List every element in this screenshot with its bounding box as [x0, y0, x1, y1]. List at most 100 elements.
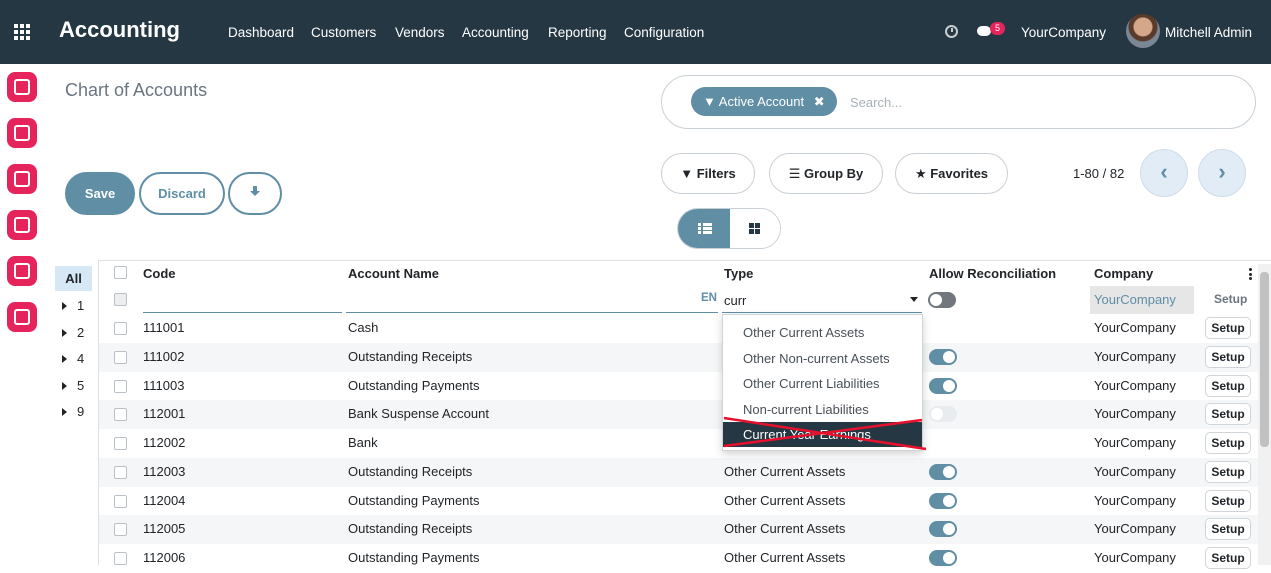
row-checkbox[interactable] — [114, 466, 127, 479]
scrollbar-thumb[interactable] — [1260, 272, 1269, 447]
list-view-button[interactable] — [678, 209, 730, 248]
user-menu[interactable]: Mitchell Admin — [1165, 25, 1252, 40]
cell-code: 111003 — [143, 378, 185, 393]
type-autocomplete-dropdown: Other Current Assets Other Non-current A… — [722, 314, 923, 451]
group-all[interactable]: All — [55, 266, 92, 291]
cell-code: 111001 — [143, 320, 185, 335]
menu-customers[interactable]: Customers — [311, 25, 376, 40]
dropdown-option[interactable]: Other Current Liabilities — [723, 371, 922, 396]
dropdown-option[interactable]: Other Current Assets — [723, 320, 922, 345]
dropdown-option[interactable]: Other Non-current Assets — [723, 346, 922, 371]
setup-button[interactable]: Setup — [1205, 317, 1251, 339]
table-row[interactable]: 111002 Outstanding Receipts YourCompany Set… — [99, 343, 1259, 372]
group-item-2[interactable]: 2 — [62, 325, 84, 340]
menu-configuration[interactable]: Configuration — [624, 25, 704, 40]
table-row[interactable]: 112006 Outstanding Payments Other Current … — [99, 544, 1259, 573]
row-checkbox[interactable] — [114, 408, 127, 421]
select-all-checkbox[interactable] — [114, 266, 127, 279]
activity-clock-icon[interactable] — [945, 25, 958, 38]
reconcile-toggle[interactable] — [929, 521, 957, 537]
view-switcher — [677, 208, 781, 249]
row-checkbox[interactable] — [114, 523, 127, 536]
app-title[interactable]: Accounting — [59, 17, 180, 43]
calendar-app-icon[interactable] — [7, 118, 37, 148]
cell-account-name: Bank — [348, 435, 378, 450]
row-checkbox[interactable] — [114, 495, 127, 508]
setup-button[interactable]: Setup — [1205, 375, 1251, 397]
column-header-type[interactable]: Type — [724, 266, 753, 281]
menu-dashboard[interactable]: Dashboard — [228, 25, 294, 40]
kanban-view-button[interactable] — [730, 209, 780, 248]
cell-code: 112004 — [143, 493, 186, 508]
setup-button[interactable]: Setup — [1205, 432, 1251, 454]
code-field-underline[interactable] — [143, 312, 342, 313]
company-switcher[interactable]: YourCompany — [1021, 25, 1106, 40]
pager-previous-button[interactable]: ‹ — [1140, 149, 1188, 197]
language-tag[interactable]: EN — [701, 292, 717, 304]
table-row[interactable]: 112003 Outstanding Receipts Other Current … — [99, 458, 1259, 487]
reconcile-toggle[interactable] — [929, 378, 957, 394]
group-by-button[interactable]: ☰ Group By — [769, 153, 883, 194]
row-checkbox[interactable] — [114, 322, 127, 335]
top-navbar: Accounting Dashboard Customers Vendors A… — [0, 0, 1271, 64]
group-item-5[interactable]: 5 — [62, 378, 84, 393]
dashboard-app-icon[interactable] — [7, 210, 37, 240]
row-checkbox[interactable] — [114, 351, 127, 364]
table-row[interactable]: 112004 Outstanding Payments Other Current … — [99, 487, 1259, 516]
column-header-code[interactable]: Code — [143, 266, 176, 281]
export-button[interactable] — [228, 172, 282, 215]
reconcile-toggle[interactable] — [929, 493, 957, 509]
pager-value[interactable]: 1-80 / 82 — [1073, 166, 1124, 181]
edit-row-reconcile-toggle[interactable] — [928, 292, 956, 308]
setup-button[interactable]: Setup — [1205, 547, 1251, 569]
row-checkbox[interactable] — [114, 437, 127, 450]
dropdown-option-active[interactable]: Current Year Earnings — [723, 422, 922, 447]
table-row[interactable]: 112005 Outstanding Receipts Other Current … — [99, 515, 1259, 544]
column-header-allow-reconciliation[interactable]: Allow Reconciliation — [929, 266, 1056, 281]
group-item-1[interactable]: 1 — [62, 298, 84, 313]
type-field-input[interactable] — [724, 292, 904, 308]
save-button[interactable]: Save — [65, 172, 135, 215]
group-item-9[interactable]: 9 — [62, 404, 84, 419]
table-row[interactable]: 112001 Bank Suspense Account YourCompany Se… — [99, 400, 1259, 429]
edit-row-checkbox[interactable] — [114, 293, 127, 306]
optional-columns-icon[interactable] — [1249, 268, 1252, 280]
filters-button[interactable]: ▼ Filters — [661, 153, 755, 194]
favorites-button[interactable]: ★ Favorites — [895, 153, 1008, 194]
row-checkbox[interactable] — [114, 552, 127, 565]
cell-type: Other Current Assets — [724, 521, 846, 536]
setup-button[interactable]: Setup — [1205, 490, 1251, 512]
column-header-company[interactable]: Company — [1094, 266, 1153, 281]
accounting-app-icon[interactable] — [7, 164, 37, 194]
column-header-account-name[interactable]: Account Name — [348, 266, 439, 281]
setup-button[interactable]: Setup — [1205, 461, 1251, 483]
reconcile-toggle[interactable] — [929, 349, 957, 365]
discuss-app-icon[interactable] — [7, 72, 37, 102]
pager-next-button[interactable]: › — [1198, 149, 1246, 197]
table-row[interactable]: 112002 Bank YourCompany Setup — [99, 429, 1259, 458]
cell-account-name: Outstanding Payments — [348, 378, 480, 393]
reconcile-toggle[interactable] — [929, 550, 957, 566]
messages-icon[interactable] — [977, 26, 991, 36]
group-item-4[interactable]: 4 — [62, 351, 84, 366]
facet-remove-icon[interactable]: ✖ — [814, 94, 825, 109]
edit-row-company[interactable]: YourCompany — [1090, 286, 1194, 314]
search-input[interactable] — [850, 92, 1230, 112]
reconcile-toggle[interactable] — [929, 464, 957, 480]
apps-grid-icon[interactable] — [14, 24, 32, 40]
type-dropdown-caret-icon[interactable] — [910, 297, 918, 302]
setup-button[interactable]: Setup — [1205, 518, 1251, 540]
facet-label: Active Account — [718, 94, 805, 109]
account-name-field[interactable] — [346, 312, 718, 313]
setup-button[interactable]: Setup — [1205, 403, 1251, 425]
table-row[interactable]: 111001 Cash YourCompany Setup — [99, 314, 1259, 343]
row-checkbox[interactable] — [114, 380, 127, 393]
discard-button[interactable]: Discard — [139, 172, 225, 215]
user-avatar[interactable] — [1126, 14, 1160, 48]
menu-accounting[interactable]: Accounting — [462, 25, 529, 40]
menu-vendors[interactable]: Vendors — [395, 25, 445, 40]
setup-button[interactable]: Setup — [1205, 346, 1251, 368]
menu-reporting[interactable]: Reporting — [548, 25, 607, 40]
table-row[interactable]: 111003 Outstanding Payments YourCompany Set… — [99, 372, 1259, 401]
dropdown-option[interactable]: Non-current Liabilities — [723, 397, 922, 422]
